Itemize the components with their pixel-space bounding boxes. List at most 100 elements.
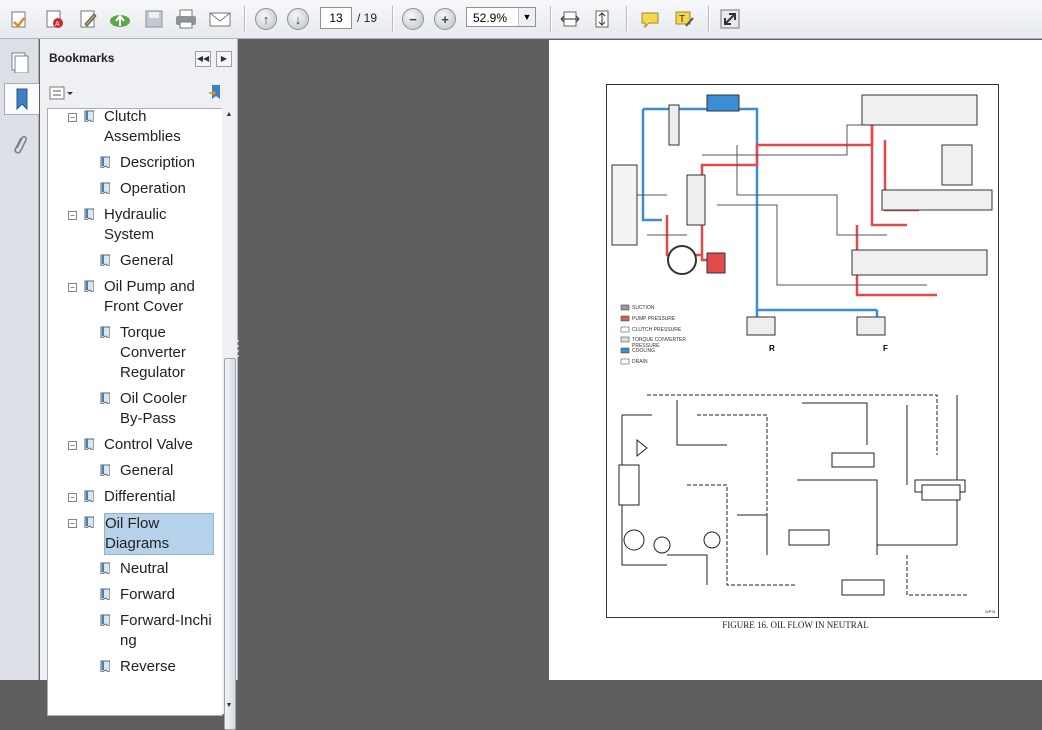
bookmark-label: Forward — [120, 586, 176, 603]
expand-panel-icon[interactable]: ▶ — [216, 51, 232, 67]
bookmark-label: Diagrams — [105, 535, 170, 552]
legend-pump-pressure: PUMP PRESSURE — [632, 316, 676, 322]
bookmark-label: System — [104, 226, 155, 243]
save-icon[interactable] — [142, 7, 166, 31]
comment-icon[interactable] — [638, 7, 662, 31]
bookmark-item[interactable]: Control Valve — [104, 435, 193, 455]
document-page: R F WP91 SUCTION PUMP PRESSURE CLUTCH PR… — [549, 40, 1042, 680]
figure-code: WP91 — [985, 609, 997, 614]
toolbar: A ↑ ↓ 13 / 19 − + 52.9% ▼ T — [0, 0, 1042, 39]
bookmark-label: Regulator — [120, 364, 186, 381]
highlight-text-icon[interactable]: T — [672, 7, 696, 31]
bookmark-icon — [100, 254, 110, 266]
bookmarks-tree: − Clutch Assemblies Description Operation − Hy… — [47, 108, 223, 716]
bookmark-label: By-Pass — [120, 410, 176, 427]
scrollbar-thumb[interactable] — [224, 358, 236, 730]
svg-text:T: T — [679, 14, 685, 25]
bookmark-label: Hydraulic — [104, 206, 167, 223]
bookmark-item[interactable]: General — [120, 461, 173, 481]
create-pdf-icon[interactable]: A — [42, 7, 66, 31]
bookmark-item[interactable]: Torque Converter Regulator — [120, 323, 186, 383]
open-file-icon[interactable] — [8, 7, 32, 31]
bookmark-label: Forward-Inchi — [120, 612, 212, 629]
oil-flow-figure: R F WP91 SUCTION PUMP PRESSURE CLUTCH PR… — [606, 84, 999, 618]
bookmark-item[interactable]: Oil Cooler By-Pass — [120, 389, 187, 429]
bookmark-label: Control Valve — [104, 436, 193, 453]
collapse-toggle-icon[interactable]: − — [68, 283, 77, 292]
bookmark-item[interactable]: Forward-Inchi ng — [120, 611, 212, 651]
fit-width-icon[interactable] — [558, 7, 582, 31]
bookmarks-scrollbar[interactable]: ▲ ▼ — [222, 108, 236, 730]
email-icon[interactable] — [208, 7, 232, 31]
bookmark-label: Oil Flow — [105, 515, 160, 532]
scroll-up-icon[interactable]: ▲ — [224, 111, 234, 121]
bookmark-label: Oil Pump and — [104, 278, 195, 295]
bookmark-label: ng — [120, 632, 137, 649]
collapse-toggle-icon[interactable]: − — [68, 113, 77, 122]
legend-cooling: COOLING — [632, 348, 656, 354]
pages-icon[interactable] — [7, 47, 31, 77]
edit-document-icon[interactable] — [76, 7, 100, 31]
bookmark-icon — [100, 182, 110, 194]
options-menu-icon[interactable] — [48, 84, 74, 102]
bookmark-item[interactable]: Description — [120, 153, 195, 173]
collapse-panel-icon[interactable]: ◀◀ — [195, 51, 211, 67]
page-number-input[interactable]: 13 — [320, 7, 352, 29]
bookmark-label: Torque — [120, 324, 166, 341]
page-total-label: / 19 — [357, 11, 378, 25]
bookmark-item[interactable]: Differential — [104, 487, 175, 507]
bookmark-item[interactable]: Hydraulic System — [104, 205, 167, 245]
expand-icon[interactable] — [718, 7, 742, 31]
bookmark-icon — [84, 110, 94, 122]
legend-suction: SUCTION — [632, 305, 655, 311]
bookmark-item[interactable]: Neutral — [120, 559, 168, 579]
bookmark-item[interactable]: Oil Flow Diagrams — [104, 513, 214, 555]
bookmark-icon — [100, 326, 110, 338]
fit-page-icon[interactable] — [590, 7, 614, 31]
bookmark-label: Neutral — [120, 560, 169, 577]
print-icon[interactable] — [174, 7, 198, 31]
bookmarks-icon[interactable] — [4, 83, 39, 115]
bookmark-item[interactable]: Clutch Assemblies — [104, 108, 181, 147]
bookmark-icon — [100, 562, 110, 574]
panel-resize-grip[interactable] — [236, 338, 240, 358]
zoom-value: 52.9% — [473, 11, 508, 25]
zoom-in-icon[interactable]: + — [433, 7, 457, 31]
zoom-select[interactable]: 52.9% ▼ — [466, 7, 536, 27]
collapse-toggle-icon[interactable]: − — [68, 493, 77, 502]
navigation-strip — [0, 39, 39, 680]
bookmark-item[interactable]: Forward — [120, 585, 175, 605]
bookmark-icon — [100, 588, 110, 600]
bookmark-label: General — [120, 252, 174, 269]
previous-page-icon[interactable]: ↑ — [254, 7, 278, 31]
legend-drain: DRAIN — [632, 359, 648, 365]
collapse-toggle-icon[interactable]: − — [68, 211, 77, 220]
legend-clutch-pressure: CLUTCH PRESSURE — [632, 327, 682, 333]
bookmark-icon — [100, 660, 110, 672]
bookmark-label: Clutch — [104, 108, 147, 125]
next-page-icon[interactable]: ↓ — [286, 7, 310, 31]
collapse-toggle-icon[interactable]: − — [68, 441, 77, 450]
bookmark-item[interactable]: Oil Pump and Front Cover — [104, 277, 195, 317]
attachments-icon[interactable] — [7, 131, 31, 161]
svg-text:A: A — [55, 21, 60, 28]
bookmark-label: Assemblies — [104, 128, 181, 145]
bookmark-label: Description — [120, 154, 196, 171]
bookmark-item[interactable]: Operation — [120, 179, 186, 199]
zoom-out-icon[interactable]: − — [401, 7, 425, 31]
bookmark-icon — [84, 516, 94, 528]
bookmark-label: Converter — [120, 344, 186, 361]
bookmark-item[interactable]: General — [120, 251, 173, 271]
bookmark-label: Differential — [104, 488, 176, 505]
bookmarks-header: Bookmarks ◀◀ ▶ — [40, 39, 237, 77]
chevron-down-icon[interactable]: ▼ — [518, 8, 535, 26]
collapse-toggle-icon[interactable]: − — [68, 519, 77, 528]
oil-flow-diagram: R F WP91 — [611, 94, 997, 614]
bookmark-icon — [84, 208, 94, 220]
bookmark-label: Operation — [120, 180, 186, 197]
expand-bookmark-icon[interactable] — [206, 83, 226, 103]
bookmark-icon — [100, 464, 110, 476]
bookmark-item[interactable]: Reverse — [120, 657, 176, 677]
upload-cloud-icon[interactable] — [108, 7, 132, 31]
scroll-down-icon[interactable]: ▼ — [224, 702, 234, 712]
